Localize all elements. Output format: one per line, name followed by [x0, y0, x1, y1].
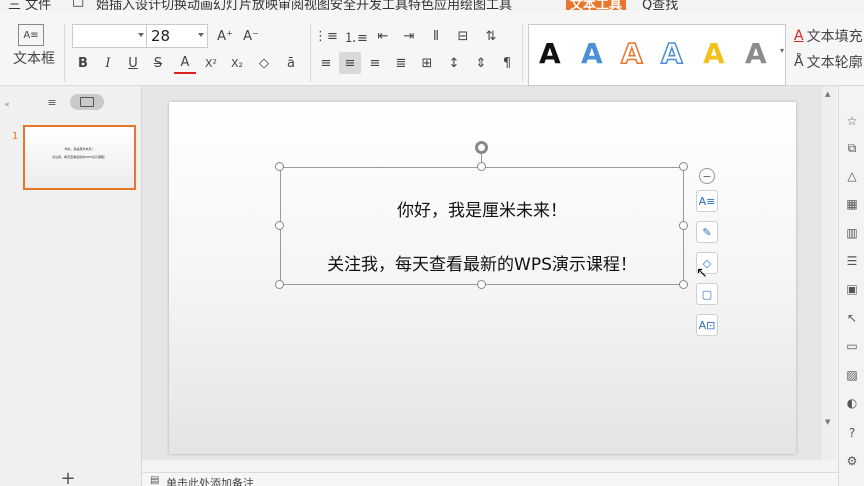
sliders-icon[interactable]: ☰ — [845, 254, 859, 268]
right-task-bar: ☆ ⧉ △ ▦ ▥ ☰ ▣ ↖ ▭ ▨ ◐ ? ⚙ — [838, 86, 864, 486]
eraser-icon[interactable]: ◇ — [253, 52, 275, 74]
decrease-indent-icon[interactable]: ⇤ — [372, 25, 394, 47]
rotate-handle[interactable] — [475, 141, 488, 154]
text-outline-button[interactable]: Å 文本轮廓 — [794, 53, 864, 71]
slide-view-toggle[interactable] — [70, 94, 104, 110]
file-menu[interactable]: 三 文件 — [8, 0, 51, 10]
ribbon-toolbar: A≡ 文本框 28 A⁺ A⁻ B I U S A X² X₂ ◇ ā ⋮≡ ⒈… — [0, 10, 864, 86]
tab-text-tools[interactable]: 文本工具 — [566, 0, 627, 10]
underline-button[interactable]: U — [122, 52, 144, 74]
text-style-gallery[interactable]: A A A A A A — [528, 24, 786, 86]
paragraph-settings-icon[interactable]: ¶ — [496, 52, 518, 74]
bullet-list-icon[interactable]: ⋮≡ — [314, 25, 338, 47]
shape-icon[interactable]: △ — [845, 169, 859, 183]
slide-thumbnail[interactable]: 你好，我是厘米未来！ 关注我，每天查看最新的WPS演示课程！ — [23, 125, 136, 190]
resize-handle-e[interactable] — [679, 221, 688, 230]
add-slide-button[interactable]: + — [60, 468, 76, 486]
font-color-button[interactable]: A — [174, 52, 196, 74]
text-outline-icon: Å — [794, 54, 804, 70]
notes-icon: ▤ — [150, 475, 160, 486]
slide-number: 1 — [12, 131, 19, 142]
style-swatch-black[interactable]: A — [539, 37, 561, 70]
settings-icon[interactable]: ⚙ — [845, 454, 859, 468]
textbox-button-label[interactable]: 文本框 — [6, 50, 62, 67]
text-direction-icon[interactable]: ⊟ — [452, 25, 474, 47]
quick-access-icon[interactable]: □ — [72, 0, 84, 9]
align-right-icon[interactable]: ≡ — [364, 52, 386, 74]
picture-icon[interactable]: ▨ — [845, 368, 859, 382]
bold-button[interactable]: B — [72, 52, 94, 74]
style-swatch-blue-outline[interactable]: A — [660, 36, 683, 71]
resize-handle-s[interactable] — [477, 280, 486, 289]
collapse-panel-icon[interactable]: « — [2, 100, 12, 110]
pin-icon[interactable]: ☆ — [845, 114, 859, 128]
grow-font-button[interactable]: A⁺ — [214, 25, 236, 47]
style-swatch-orange-outline[interactable]: A — [620, 36, 643, 71]
gallery-expand-icon[interactable]: ▾ — [778, 40, 786, 60]
scroll-down-icon[interactable]: ▼ — [825, 418, 830, 426]
text-line-2[interactable]: 关注我，每天查看最新的WPS演示课程！ — [281, 250, 683, 275]
thumb-line1: 你好，我是厘米未来！ — [64, 147, 95, 151]
menu-bar: 三 文件 □ 始插入设计切换动画幻灯片放映审阅视图安全开发工具特色应用绘图工具 … — [0, 0, 864, 10]
increase-indent-icon[interactable]: ⇥ — [398, 25, 420, 47]
collapse-tools-icon[interactable]: − — [699, 168, 715, 184]
image-icon[interactable]: ▣ — [845, 282, 859, 296]
distribute-icon[interactable]: ⊞ — [416, 52, 438, 74]
resize-handle-ne[interactable] — [679, 162, 688, 171]
slide-view-icon — [80, 97, 94, 107]
notes-placeholder[interactable]: 单击此处添加备注 — [166, 475, 254, 486]
font-family-select[interactable] — [72, 24, 148, 48]
textbox-settings-icon[interactable]: A⊡ — [696, 314, 718, 336]
align-text-icon[interactable]: ⇅ — [480, 25, 502, 47]
column-icon[interactable]: ⫴ — [425, 25, 447, 47]
shrink-font-button[interactable]: A⁻ — [240, 25, 262, 47]
border-icon[interactable]: ▢ — [696, 283, 718, 305]
help-icon[interactable]: ? — [845, 426, 859, 440]
style-swatch-blue[interactable]: A — [581, 37, 603, 70]
line-spacing-icon[interactable]: ↕ — [443, 52, 465, 74]
textbox-icon[interactable]: A≡ — [18, 24, 44, 46]
italic-button[interactable]: I — [97, 52, 119, 74]
numbered-list-icon[interactable]: ⒈≡ — [344, 25, 368, 47]
strikethrough-button[interactable]: S — [147, 52, 169, 74]
text-line-1[interactable]: 你好，我是厘米未来！ — [281, 196, 683, 221]
copy-icon[interactable]: ⧉ — [845, 141, 859, 155]
resize-handle-sw[interactable] — [275, 280, 284, 289]
pen-icon[interactable]: ✎ — [696, 221, 718, 243]
thumb-line2: 关注我，每天查看最新的WPS演示课程！ — [52, 155, 107, 159]
resize-handle-w[interactable] — [275, 221, 284, 230]
chart-icon[interactable]: ▥ — [845, 226, 859, 240]
scroll-up-icon[interactable]: ▲ — [825, 90, 830, 98]
resize-handle-se[interactable] — [679, 280, 688, 289]
justify-icon[interactable]: ≣ — [390, 52, 412, 74]
font-size-select[interactable]: 28 — [146, 24, 208, 48]
style-swatch-gray[interactable]: A — [745, 37, 767, 70]
slide-panel: « ≡ 1 你好，我是厘米未来！ 关注我，每天查看最新的WPS演示课程！ + — [0, 86, 142, 486]
media-icon[interactable]: ◐ — [845, 396, 859, 410]
text-fill-icon: A — [794, 28, 804, 44]
notes-bar[interactable]: ▤ 单击此处添加备注 — [142, 472, 838, 486]
chat-icon[interactable]: ▭ — [845, 339, 859, 353]
outline-view-icon[interactable]: ≡ — [44, 95, 60, 109]
text-box[interactable]: 你好，我是厘米未来！ 关注我，每天查看最新的WPS演示课程！ — [280, 167, 684, 285]
subscript-button[interactable]: X₂ — [226, 52, 248, 74]
text-format-icon[interactable]: A≡ — [696, 190, 718, 212]
resize-handle-nw[interactable] — [275, 162, 284, 171]
align-left-icon[interactable]: ≡ — [315, 52, 337, 74]
mouse-cursor-icon: ↖ — [696, 265, 708, 281]
text-effect-icon[interactable]: ā — [280, 52, 302, 74]
text-fill-button[interactable]: A 文本填充 — [794, 27, 864, 45]
vertical-scrollbar[interactable]: ▲ ▼ — [822, 86, 836, 460]
paragraph-spacing-icon[interactable]: ⇕ — [470, 52, 492, 74]
align-center-icon[interactable]: ≡ — [339, 52, 361, 74]
menu-tabs[interactable]: 始插入设计切换动画幻灯片放映审阅视图安全开发工具特色应用绘图工具 — [96, 0, 512, 10]
search-button[interactable]: Q查找 — [642, 0, 678, 10]
cursor-icon[interactable]: ↖ — [845, 311, 859, 325]
resize-handle-n[interactable] — [477, 162, 486, 171]
superscript-button[interactable]: X² — [200, 52, 222, 74]
style-swatch-yellow[interactable]: A — [703, 37, 725, 70]
grid-icon[interactable]: ▦ — [845, 197, 859, 211]
